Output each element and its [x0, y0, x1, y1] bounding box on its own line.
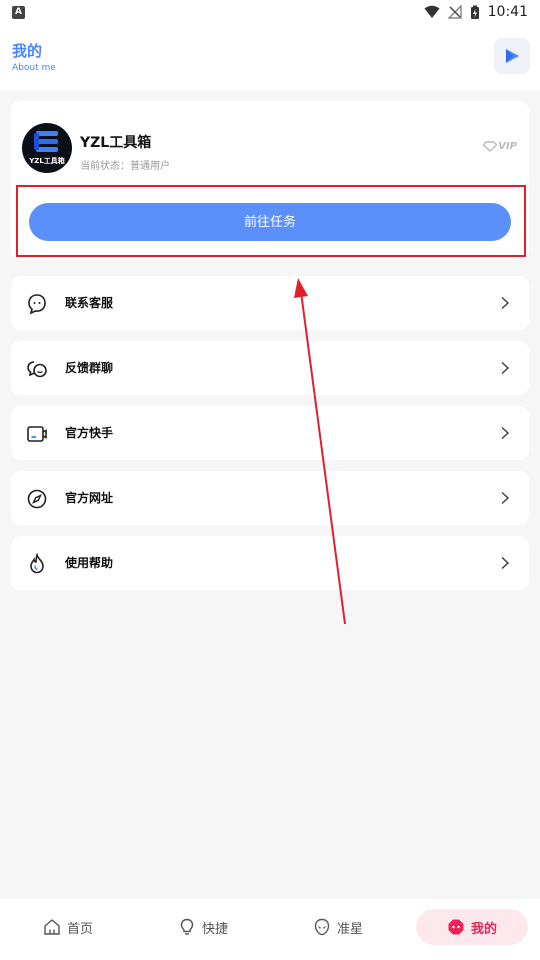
- menu-item-official-website[interactable]: 官方网址: [11, 471, 529, 525]
- chevron-right-icon: [501, 361, 510, 375]
- group-chat-icon: [27, 361, 47, 378]
- chevron-right-icon: [501, 556, 510, 570]
- vip-label: VIP: [498, 141, 517, 152]
- vip-badge: VIP: [483, 141, 517, 152]
- nav-label: 首页: [66, 921, 93, 937]
- profile-status-label: 当前状态：: [80, 161, 130, 172]
- status-left: A: [12, 5, 25, 19]
- status-time: 10:41: [487, 4, 528, 20]
- nav-label: 我的: [470, 921, 497, 937]
- menu-label: 反馈群聊: [65, 361, 114, 375]
- avatar-caption: YZL工具箱: [29, 157, 65, 165]
- profile-status-value: 普通用户: [130, 161, 170, 172]
- menu-label: 官方快手: [65, 426, 114, 440]
- alien-icon: [314, 918, 330, 936]
- compass-icon: [27, 489, 47, 509]
- status-bar: A 10:41: [0, 0, 540, 24]
- profile-name: YZL工具箱: [80, 135, 152, 151]
- wifi-icon: [424, 5, 440, 18]
- status-right: 10:41: [424, 4, 528, 20]
- menu-item-official-kuaishou[interactable]: 官方快手: [11, 406, 529, 460]
- no-signal-icon: [447, 5, 462, 19]
- menu-label: 联系客服: [65, 296, 114, 310]
- menu-label: 使用帮助: [65, 556, 114, 570]
- nav-tab-crosshair[interactable]: 准星: [282, 909, 394, 945]
- home-icon: [44, 919, 60, 935]
- menu-item-feedback-group[interactable]: 反馈群聊: [11, 341, 529, 395]
- battery-charging-icon: [470, 5, 479, 19]
- help-fire-icon: [30, 553, 44, 574]
- profile-status: 当前状态：普通用户: [80, 154, 170, 173]
- kuaishou-icon: [27, 426, 47, 442]
- profile-card: YZL工具箱 YZL工具箱 当前状态：普通用户 VIP 前往任务: [11, 101, 529, 260]
- lightbulb-icon: [180, 918, 194, 935]
- go-to-task-button[interactable]: 前往任务: [29, 203, 511, 241]
- page-header: 我的 About me: [0, 24, 540, 90]
- play-triangle-icon: [506, 49, 519, 63]
- nav-tab-shortcuts[interactable]: 快捷: [147, 909, 259, 945]
- menu-item-help[interactable]: 使用帮助: [11, 536, 529, 590]
- header-action-button[interactable]: [494, 38, 530, 74]
- chevron-right-icon: [501, 296, 510, 310]
- nav-label: 快捷: [201, 921, 228, 937]
- page-title: 我的: [12, 42, 43, 60]
- notification-a-icon: A: [12, 5, 25, 19]
- nav-tab-home[interactable]: 首页: [12, 909, 124, 945]
- page-subtitle: About me: [12, 63, 56, 73]
- diamond-icon: [483, 141, 498, 152]
- nav-tab-mine[interactable]: 我的: [416, 909, 528, 945]
- avatar[interactable]: YZL工具箱: [22, 123, 72, 173]
- nav-label: 准星: [336, 921, 363, 937]
- menu-item-customer-service[interactable]: 联系客服: [11, 276, 529, 330]
- chevron-right-icon: [501, 491, 510, 505]
- menu-label: 官方网址: [65, 491, 114, 505]
- chevron-right-icon: [501, 426, 510, 440]
- bottom-nav: 首页 快捷 准星 我的: [0, 899, 540, 960]
- profile-icon: [448, 919, 464, 935]
- customer-service-icon: [28, 294, 46, 315]
